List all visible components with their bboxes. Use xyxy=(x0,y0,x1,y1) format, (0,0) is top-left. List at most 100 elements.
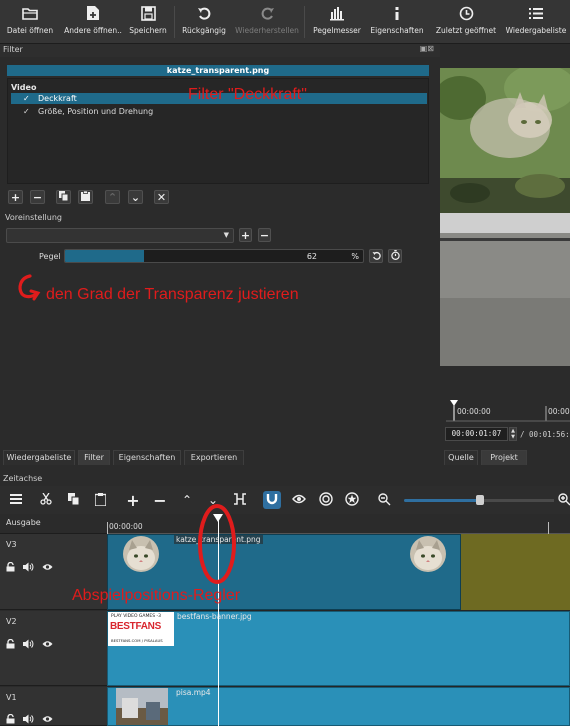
add-preset-button[interactable]: + xyxy=(239,228,252,242)
remove-filter-button[interactable]: − xyxy=(30,190,45,204)
copy-filter-button[interactable] xyxy=(56,190,71,204)
filter-panel-title: Filter xyxy=(3,45,23,54)
clipboard-icon xyxy=(93,492,107,508)
eye-icon[interactable] xyxy=(42,563,53,573)
tab-playlist[interactable]: Wiedergabeliste xyxy=(3,450,75,465)
banner-line1: PLAY VIDEO GAMES -3 xyxy=(111,614,161,619)
tab-export[interactable]: Exportieren xyxy=(184,450,244,465)
level-value: 62 xyxy=(306,252,317,261)
zoom-slider[interactable] xyxy=(404,495,554,505)
track-header-v1[interactable]: V1 xyxy=(0,687,107,726)
filter-clip-title: katze_transparent.png xyxy=(7,65,429,76)
snap-button[interactable] xyxy=(263,491,281,509)
speaker-icon[interactable] xyxy=(23,562,34,574)
level-meter-button[interactable]: Pegelmesser xyxy=(310,2,364,42)
zoom-in-button[interactable] xyxy=(555,491,570,509)
clip-thumbnail-start xyxy=(123,536,159,572)
keyframe-button[interactable] xyxy=(388,249,402,263)
speaker-icon[interactable] xyxy=(23,639,34,651)
tab-source[interactable]: Quelle xyxy=(444,450,478,465)
tab-properties[interactable]: Eigenschaften xyxy=(113,450,181,465)
track-header-v2[interactable]: V2 xyxy=(0,611,107,686)
timeline-ruler-start: 00:00:00 xyxy=(109,522,143,531)
dock-float-close-icon[interactable]: ▣⊠ xyxy=(420,44,434,53)
ripple-button[interactable] xyxy=(317,491,335,509)
video-preview-image xyxy=(440,68,570,366)
zoom-slider-handle[interactable] xyxy=(476,495,484,505)
track-name: V3 xyxy=(6,540,17,549)
track-headers: Ausgabe V3 V2 V1 xyxy=(0,514,107,726)
preset-select[interactable]: ▼ xyxy=(6,228,234,243)
banner-thumbnail: PLAY VIDEO GAMES -3 BESTFANS BESTFANS.CO… xyxy=(108,612,174,646)
duration-label: / 00:01:56:16 xyxy=(520,430,570,439)
cut-button[interactable] xyxy=(37,491,55,509)
recent-button[interactable]: Zuletzt geöffnet xyxy=(430,2,502,42)
properties-button[interactable]: Eigenschaften xyxy=(368,2,426,42)
append-button[interactable]: + xyxy=(124,490,142,510)
clip-label: bestfans-banner.jpg xyxy=(177,612,252,621)
save-button[interactable]: Speichern xyxy=(126,2,170,42)
clip-label: pisa.mp4 xyxy=(176,688,211,697)
redo-button[interactable]: Wiederherstellen xyxy=(234,2,300,42)
lock-icon[interactable] xyxy=(6,638,15,651)
clip-pisa[interactable]: pisa.mp4 xyxy=(107,687,570,726)
playlist-button[interactable]: Wiedergabeliste xyxy=(504,2,568,42)
undo-button[interactable]: Rückgängig xyxy=(178,2,230,42)
chevron-up-icon: ⌃ xyxy=(181,493,193,507)
eye-icon[interactable] xyxy=(42,715,53,725)
level-meter-icon xyxy=(330,2,344,24)
copy-button[interactable] xyxy=(64,491,82,509)
save-icon xyxy=(140,2,156,24)
filter-check[interactable]: ✓ xyxy=(23,93,30,104)
level-slider[interactable]: 62 % xyxy=(64,249,364,263)
paste-button[interactable] xyxy=(91,491,109,509)
remove-preset-button[interactable]: − xyxy=(258,228,271,242)
paste-filter-button[interactable] xyxy=(78,190,93,204)
scrub-button[interactable] xyxy=(290,491,308,509)
clip-thumbnail-end xyxy=(410,536,446,572)
speaker-icon[interactable] xyxy=(23,714,34,726)
timeline-header: Zeitachse xyxy=(0,472,570,486)
filter-item-size-position[interactable]: ✓ Größe, Position und Drehung xyxy=(11,106,427,117)
timecode-field[interactable]: 00:00:01:07 xyxy=(445,427,508,441)
undo-icon xyxy=(372,251,381,262)
annotation-transparency: den Grad der Transparenz justieren xyxy=(46,286,299,303)
copy-icon xyxy=(67,493,79,507)
target-icon xyxy=(319,492,333,508)
filter-check[interactable]: ✓ xyxy=(23,106,30,117)
move-down-button[interactable]: ⌄ xyxy=(128,190,143,204)
zoom-out-button[interactable] xyxy=(375,491,393,509)
lock-icon[interactable] xyxy=(6,713,15,726)
open-other-button[interactable]: Andere öffnen.. xyxy=(60,2,126,42)
timeline-menu-button[interactable] xyxy=(7,491,25,509)
reset-level-button[interactable] xyxy=(369,249,383,263)
move-up-button[interactable]: ⌃ xyxy=(105,190,120,204)
timeline-tracks[interactable]: 00:00:00 katze_transparent.png PLAY VIDE… xyxy=(107,514,570,726)
clip-bestfans[interactable]: PLAY VIDEO GAMES -3 BESTFANS BESTFANS.CO… xyxy=(107,611,570,686)
level-unit: % xyxy=(351,252,359,261)
deselect-filter-button[interactable]: ✕ xyxy=(154,190,169,204)
star-icon xyxy=(345,492,359,508)
tab-filter[interactable]: Filter xyxy=(78,450,110,465)
main-toolbar: Datei öffnen Andere öffnen.. Speichern R… xyxy=(0,0,570,44)
clock-icon xyxy=(459,2,474,24)
plus-icon: + xyxy=(10,190,21,204)
viewer-ruler-start: 00:00:00 xyxy=(457,407,491,416)
filter-item-label: Deckkraft xyxy=(38,94,77,103)
preset-label: Voreinstellung xyxy=(5,213,62,222)
scissors-icon xyxy=(40,492,52,507)
ripple-all-button[interactable] xyxy=(343,491,361,509)
remove-button[interactable]: − xyxy=(151,491,169,510)
add-filter-button[interactable]: + xyxy=(8,190,23,204)
plus-icon: + xyxy=(126,490,140,510)
eye-icon[interactable] xyxy=(42,640,53,650)
open-file-button[interactable]: Datei öffnen xyxy=(4,2,56,42)
minus-icon: − xyxy=(259,228,270,242)
chevron-down-icon: ▼ xyxy=(223,231,229,239)
tab-project[interactable]: Projekt xyxy=(481,450,527,465)
redo-icon xyxy=(260,2,275,24)
timeline-ruler[interactable]: 00:00:00 xyxy=(107,514,570,534)
level-slider-fill xyxy=(65,250,145,262)
lock-icon[interactable] xyxy=(6,561,15,574)
timecode-spinner[interactable]: ▲ ▼ xyxy=(509,427,517,441)
